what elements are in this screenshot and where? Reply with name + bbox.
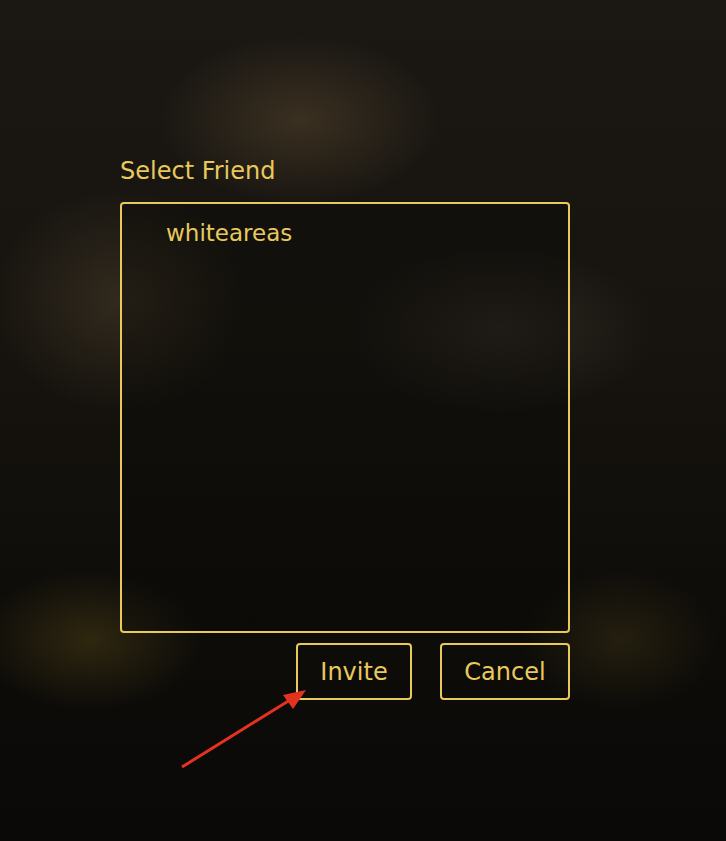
friend-list: whiteareas	[120, 202, 570, 633]
cancel-button[interactable]: Cancel	[440, 643, 570, 700]
dialog-title: Select Friend	[120, 156, 570, 186]
invite-button[interactable]: Invite	[296, 643, 412, 700]
select-friend-dialog: Select Friend whiteareas Invite Cancel	[120, 156, 570, 700]
game-screen: Select Friend whiteareas Invite Cancel	[0, 0, 726, 841]
annotation-arrow-icon	[0, 0, 726, 841]
friend-item[interactable]: whiteareas	[122, 204, 568, 262]
button-row: Invite Cancel	[120, 643, 570, 700]
